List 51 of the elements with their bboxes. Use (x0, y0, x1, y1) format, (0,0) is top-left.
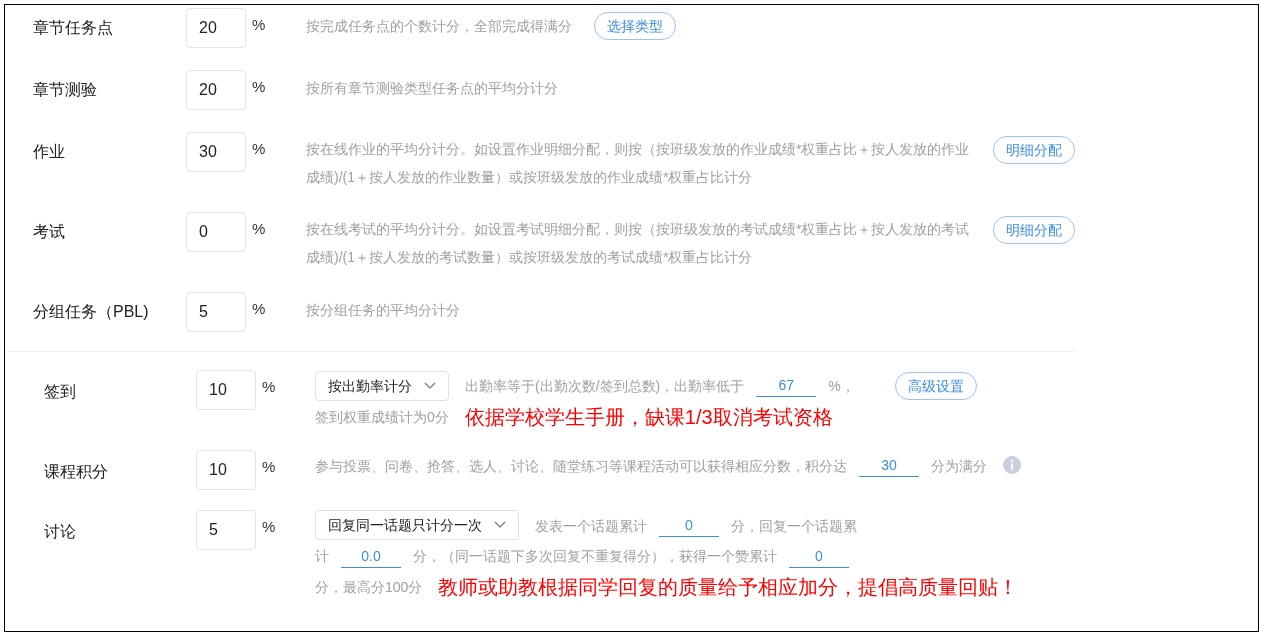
percent-input[interactable]: 10 (196, 370, 256, 410)
item-label: 分组任务（PBL) (33, 302, 150, 322)
number-input[interactable]: 30 (859, 453, 919, 477)
rule-text: 计 (315, 548, 329, 565)
item-label: 考试 (33, 222, 66, 242)
item-label: 签到 (44, 382, 77, 402)
percent-input[interactable]: 20 (186, 8, 246, 48)
rule-text: %， (828, 377, 855, 394)
rule-text: 分，回复一个话题累 (731, 517, 857, 534)
rule-text: 参与投票、问卷、抢答、选人、讨论、随堂练习等课程活动可以获得相应分数，积分达 (315, 457, 847, 474)
chevron-down-icon (424, 381, 436, 390)
chevron-down-icon (494, 521, 506, 530)
percent-unit: % (251, 299, 267, 319)
rule-text: 分，最高分100分 (315, 578, 423, 595)
rule-text: 签到权重成绩计为0分 (315, 408, 449, 425)
annotation-note: 依据学校学生手册，缺课1/3取消考试资格 (464, 404, 833, 430)
percent-input[interactable]: 10 (196, 449, 256, 490)
percent-unit: % (261, 377, 277, 397)
percent-unit: % (261, 456, 277, 477)
number-input[interactable]: 0 (659, 513, 719, 537)
item-label: 讨论 (44, 521, 77, 542)
percent-unit: % (251, 15, 267, 35)
item-label: 章节测验 (33, 80, 98, 100)
item-label: 课程积分 (44, 461, 109, 482)
dropdown-select[interactable]: 按出勤率计分 (315, 370, 449, 401)
annotation-note: 教师或助教根据同学回复的质量给予相应加分，提倡高质量回贴！ (438, 574, 1019, 600)
rule-text: 按在线作业的平均分计分。如设置作业明细分配，则按（按班级发放的作业成绩*权重占比＋按人发放的作业成绩)/(1＋按人发放的作业数量）或按班级发放的作业成绩*权重占比计分 (306, 140, 971, 187)
item-label: 章节任务点 (33, 18, 114, 38)
percent-unit: % (251, 77, 267, 97)
rule-text: 按在线考试的平均分计分。如设置考试明细分配，则按（按班级发放的考试成绩*权重占比＋按人发放的考试成绩)/(1＋按人发放的考试数量）或按班级发放的考试成绩*权重占比计分 (306, 220, 971, 267)
rule-text: 分为满分 (931, 457, 987, 474)
percent-input[interactable]: 5 (186, 292, 246, 332)
number-input[interactable]: 0.0 (341, 544, 401, 568)
rule-text: 出勤率等于(出勤次数/签到总数)，出勤率低于 (465, 377, 745, 394)
rule-text: 按分组任务的平均分计分 (306, 301, 460, 320)
rule-text: 分，（同一话题下多次回复不重复得分），获得一个赞累计 (413, 548, 777, 565)
number-input[interactable]: 67 (756, 374, 817, 398)
item-label: 作业 (33, 142, 66, 162)
percent-unit: % (261, 516, 277, 537)
info-icon[interactable] (1003, 456, 1021, 475)
percent-unit: % (251, 139, 267, 159)
number-input[interactable]: 0 (789, 544, 849, 568)
percent-input[interactable]: 0 (186, 212, 246, 252)
percent-input[interactable]: 30 (186, 132, 246, 172)
percent-input[interactable]: 20 (186, 70, 246, 110)
rule-text: 按完成任务点的个数计分，全部完成得满分 (306, 17, 572, 36)
rule-text: 发表一个话题累计 (535, 517, 647, 534)
percent-input[interactable]: 5 (196, 509, 256, 550)
rule-text: 按所有章节测验类型任务点的平均分计分 (306, 79, 558, 98)
percent-unit: % (251, 219, 267, 239)
dropdown-select[interactable]: 回复同一话题只计分一次 (315, 510, 519, 541)
